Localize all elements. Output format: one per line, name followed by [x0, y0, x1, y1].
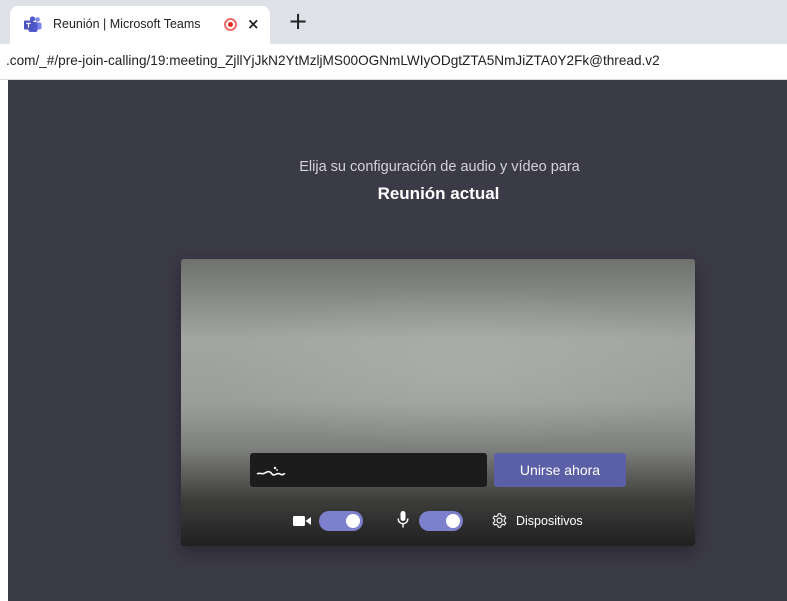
- address-bar[interactable]: .com/_#/pre-join-calling/19:meeting_Zjll…: [0, 44, 787, 80]
- teams-icon: [24, 16, 42, 32]
- url-text[interactable]: .com/_#/pre-join-calling/19:meeting_Zjll…: [6, 53, 660, 68]
- microphone-toggle[interactable]: [419, 511, 463, 531]
- browser-tab-strip: Reunión | Microsoft Teams × +: [0, 0, 787, 44]
- recording-icon: [224, 18, 237, 31]
- camera-icon: [293, 516, 311, 526]
- tab-title: Reunión | Microsoft Teams: [53, 17, 201, 31]
- camera-toggle[interactable]: [319, 511, 363, 531]
- new-tab-button[interactable]: +: [288, 6, 308, 36]
- video-preview: Unirse ahora Dispositivos: [181, 259, 695, 546]
- join-now-label: Unirse ahora: [519, 462, 601, 478]
- meeting-title: Reunión actual: [377, 184, 500, 203]
- microphone-toggle-knob: [446, 514, 460, 528]
- camera-toggle-knob: [346, 514, 360, 528]
- media-controls: Dispositivos: [181, 507, 695, 535]
- gear-icon: [492, 513, 507, 528]
- browser-tab[interactable]: Reunión | Microsoft Teams ×: [10, 6, 270, 44]
- redacted-name-mark: [256, 466, 286, 476]
- prejoin-page: Elija su configuración de audio y vídeo …: [8, 80, 787, 601]
- video-preview-glow: [181, 259, 695, 546]
- join-now-button[interactable]: Unirse ahora: [494, 453, 626, 487]
- tab-close-button[interactable]: ×: [247, 15, 260, 33]
- devices-label: Dispositivos: [516, 514, 583, 528]
- prejoin-subtitle: Elija su configuración de audio y vídeo …: [299, 159, 580, 175]
- microphone-icon: [397, 511, 409, 528]
